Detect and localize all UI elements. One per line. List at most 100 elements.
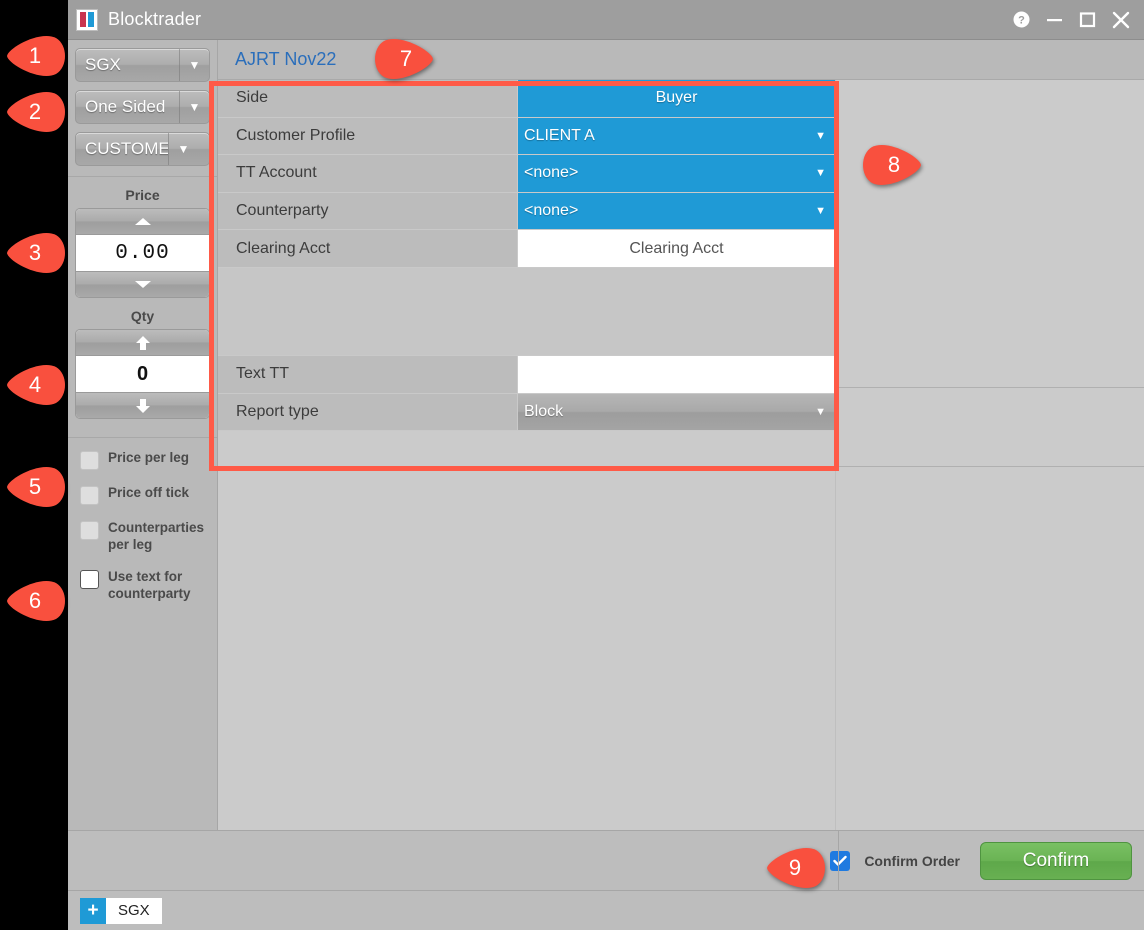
checkbox-counterparties-per-leg[interactable]: Counterparties per leg	[80, 520, 209, 554]
callout-number: 9	[766, 846, 828, 890]
row-value: Clearing Acct	[629, 240, 723, 258]
close-icon[interactable]	[1112, 11, 1130, 29]
customer-profile-dropdown[interactable]: CLIENT A ▼	[518, 118, 835, 156]
callout-7: 7	[372, 37, 434, 81]
report-type-dropdown[interactable]: Block ▼	[518, 394, 835, 432]
qty-field-group: Qty 0	[68, 298, 217, 419]
table-row: Text TT	[218, 356, 835, 394]
checkbox-icon[interactable]	[80, 486, 99, 505]
action-bar: Confirm Order Confirm	[68, 830, 1144, 890]
table-row: Report type Block ▼	[218, 394, 835, 432]
tab-sgx[interactable]: SGX	[106, 898, 162, 924]
table-row: Side Buyer	[218, 80, 835, 118]
chevron-down-icon: ▼	[815, 205, 826, 217]
row-value: Block	[518, 403, 563, 421]
exchange-dropdown-value: SGX	[76, 55, 179, 75]
counterparty-dropdown[interactable]: <none> ▼	[518, 193, 835, 231]
app-logo-icon	[76, 9, 98, 31]
screenshot-root: Blocktrader ?	[0, 0, 1144, 930]
clearing-acct-field[interactable]: Clearing Acct	[518, 230, 835, 268]
confirm-button[interactable]: Confirm	[980, 842, 1132, 880]
window-title: Blocktrader	[108, 9, 201, 30]
price-decrement-button[interactable]	[76, 271, 209, 297]
callout-number: 8	[860, 143, 922, 187]
callout-2: 2	[6, 90, 68, 134]
callout-6: 6	[6, 579, 68, 623]
row-label: Clearing Acct	[218, 230, 518, 268]
svg-text:?: ?	[1018, 15, 1025, 27]
qty-increment-button[interactable]	[76, 330, 209, 356]
table-row: Clearing Acct Clearing Acct	[218, 230, 835, 268]
checkbox-label: Price per leg	[108, 450, 189, 467]
checkbox-icon[interactable]	[80, 451, 99, 470]
maximize-icon[interactable]	[1079, 11, 1096, 28]
sidebar-dropdowns: SGX ▼ One Sided ▼ CUSTOMER ▼	[68, 40, 217, 172]
callout-number: 4	[6, 363, 68, 407]
add-tab-button[interactable]: +	[80, 898, 106, 924]
window-controls: ?	[1013, 11, 1144, 29]
row-label: TT Account	[218, 155, 518, 193]
checkbox-use-text-for-counterparty[interactable]: Use text for counterparty	[80, 569, 209, 603]
exchange-dropdown[interactable]: SGX ▼	[75, 48, 210, 82]
content-divider-2	[218, 466, 1144, 467]
instrument-name[interactable]: AJRT Nov22	[235, 49, 336, 70]
price-stepper[interactable]: 0.00	[75, 208, 210, 298]
instrument-header: AJRT Nov22	[218, 40, 1144, 80]
confirm-order-label: Confirm Order	[864, 853, 960, 869]
left-sidebar: SGX ▼ One Sided ▼ CUSTOMER ▼ Price	[68, 40, 218, 840]
status-bar: + SGX	[68, 890, 1144, 930]
customer-dropdown-value: CUSTOMER	[76, 139, 168, 159]
price-increment-button[interactable]	[76, 209, 209, 235]
text-tt-input[interactable]	[518, 356, 835, 394]
price-label: Price	[75, 183, 210, 208]
table-row: Counterparty <none> ▼	[218, 193, 835, 231]
sided-dropdown[interactable]: One Sided ▼	[75, 90, 210, 124]
row-label: Customer Profile	[218, 118, 518, 156]
chevron-down-icon: ▼	[179, 49, 209, 81]
window-body: SGX ▼ One Sided ▼ CUSTOMER ▼ Price	[68, 40, 1144, 830]
row-value: <none>	[518, 202, 578, 220]
checkbox-label: Price off tick	[108, 485, 189, 502]
row-label: Report type	[218, 394, 518, 432]
price-field-group: Price 0.00	[68, 177, 217, 298]
row-value: Buyer	[656, 89, 698, 107]
checkbox-price-off-tick[interactable]: Price off tick	[80, 485, 209, 505]
confirm-order-checkbox[interactable]	[830, 851, 850, 871]
checkbox-label: Counterparties per leg	[108, 520, 209, 554]
row-value: CLIENT A	[518, 127, 595, 145]
minimize-icon[interactable]	[1046, 11, 1063, 28]
callout-4: 4	[6, 363, 68, 407]
content-vertical-divider	[835, 80, 836, 830]
blocktrader-window: Blocktrader ?	[68, 0, 1144, 930]
callout-number: 3	[6, 231, 68, 275]
qty-stepper[interactable]: 0	[75, 329, 210, 419]
callout-3: 3	[6, 231, 68, 275]
price-value[interactable]: 0.00	[76, 235, 209, 271]
callout-number: 6	[6, 579, 68, 623]
callout-number: 7	[372, 37, 434, 81]
chevron-down-icon: ▼	[815, 406, 826, 418]
row-label: Text TT	[218, 356, 518, 394]
checkbox-price-per-leg[interactable]: Price per leg	[80, 450, 209, 470]
tt-account-dropdown[interactable]: <none> ▼	[518, 155, 835, 193]
table-row: Customer Profile CLIENT A ▼	[218, 118, 835, 156]
callout-number: 5	[6, 465, 68, 509]
title-bar: Blocktrader ?	[68, 0, 1144, 40]
chevron-down-icon: ▼	[168, 133, 198, 165]
checkbox-icon[interactable]	[80, 570, 99, 589]
chevron-down-icon: ▼	[179, 91, 209, 123]
qty-decrement-button[interactable]	[76, 392, 209, 418]
checkbox-icon[interactable]	[80, 521, 99, 540]
checkbox-label: Use text for counterparty	[108, 569, 209, 603]
side-value-button[interactable]: Buyer	[518, 80, 835, 118]
customer-dropdown[interactable]: CUSTOMER ▼	[75, 132, 210, 166]
qty-value[interactable]: 0	[76, 356, 209, 392]
callout-number: 1	[6, 34, 68, 78]
callout-number: 2	[6, 90, 68, 134]
callout-1: 1	[6, 34, 68, 78]
help-icon[interactable]: ?	[1013, 11, 1030, 28]
chevron-down-icon: ▼	[815, 130, 826, 142]
callout-5: 5	[6, 465, 68, 509]
callout-8: 8	[860, 143, 922, 187]
chevron-down-icon: ▼	[815, 167, 826, 179]
